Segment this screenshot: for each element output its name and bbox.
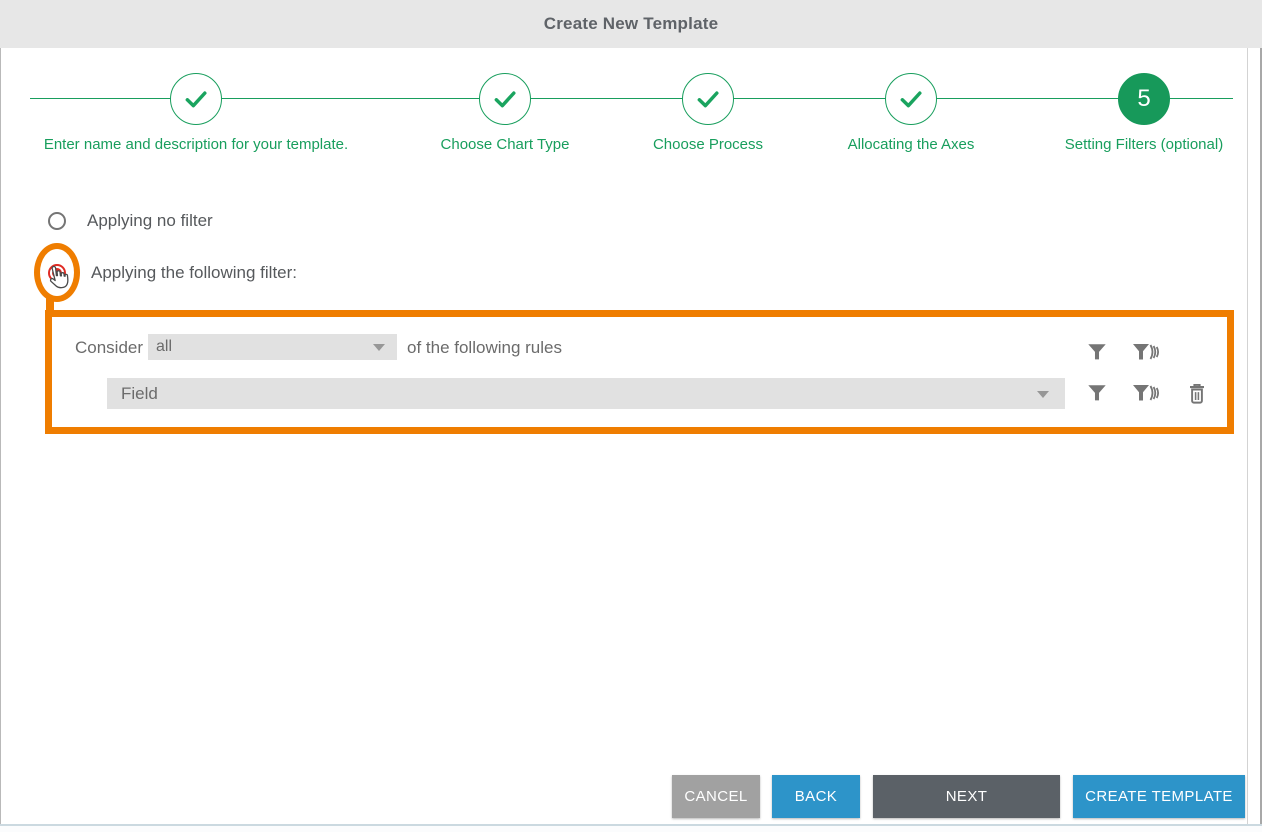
stepper-step-1-circle[interactable] — [170, 73, 222, 125]
rule-add-filter-group-button[interactable] — [1132, 381, 1160, 405]
add-filter-button[interactable] — [1086, 341, 1108, 363]
filter-icon — [1086, 341, 1108, 363]
window-frame — [0, 0, 1262, 832]
chevron-down-icon — [373, 344, 385, 351]
step-number: 5 — [1137, 85, 1150, 113]
dialog-title: Create New Template — [544, 14, 719, 34]
rule-field-select[interactable]: Field — [107, 378, 1065, 409]
radio-no-filter-label: Applying no filter — [87, 211, 213, 231]
add-filter-group-button[interactable] — [1132, 340, 1160, 364]
match-type-select-value: all — [156, 338, 172, 356]
stepper-step-5-circle[interactable]: 5 — [1118, 73, 1170, 125]
back-button[interactable]: BACK — [772, 775, 860, 818]
rule-delete-button[interactable] — [1187, 382, 1208, 405]
stepper-step-4-circle[interactable] — [885, 73, 937, 125]
consider-label: Consider — [75, 338, 143, 358]
create-template-button[interactable]: CREATE TEMPLATE — [1073, 775, 1245, 818]
stepper-step-2-circle[interactable] — [479, 73, 531, 125]
chevron-down-icon — [1037, 391, 1049, 398]
delete-icon — [1187, 382, 1208, 405]
stepper-step-1-label: Enter name and description for your temp… — [44, 136, 348, 153]
match-type-select[interactable]: all — [148, 334, 397, 360]
check-icon — [489, 83, 521, 115]
stepper-step-3-circle[interactable] — [682, 73, 734, 125]
check-icon — [692, 83, 724, 115]
rule-add-filter-button[interactable] — [1086, 382, 1108, 404]
stepper-step-4-label: Allocating the Axes — [848, 136, 975, 153]
multi-filter-icon — [1132, 381, 1160, 405]
rules-suffix-label: of the following rules — [407, 338, 562, 358]
check-icon — [180, 83, 212, 115]
multi-filter-icon — [1132, 340, 1160, 364]
stepper-step-3-label: Choose Process — [653, 136, 763, 153]
filter-icon — [1086, 382, 1108, 404]
dialog-titlebar: Create New Template — [0, 0, 1262, 48]
footer-strip — [0, 826, 1262, 832]
stepper-step-2-label: Choose Chart Type — [441, 136, 570, 153]
scrollbar-track[interactable] — [1247, 48, 1248, 824]
check-icon — [895, 83, 927, 115]
next-button[interactable]: NEXT — [873, 775, 1060, 818]
rule-field-select-value: Field — [121, 384, 158, 404]
hand-pointer-icon — [44, 264, 70, 292]
option-no-filter[interactable]: Applying no filter — [48, 211, 213, 231]
cancel-button[interactable]: CANCEL — [672, 775, 760, 818]
radio-no-filter[interactable] — [48, 212, 66, 230]
radio-with-filter-label: Applying the following filter: — [91, 263, 297, 283]
stepper-step-5-label: Setting Filters (optional) — [1065, 136, 1223, 153]
option-with-filter[interactable]: Applying the following filter: — [48, 263, 297, 283]
